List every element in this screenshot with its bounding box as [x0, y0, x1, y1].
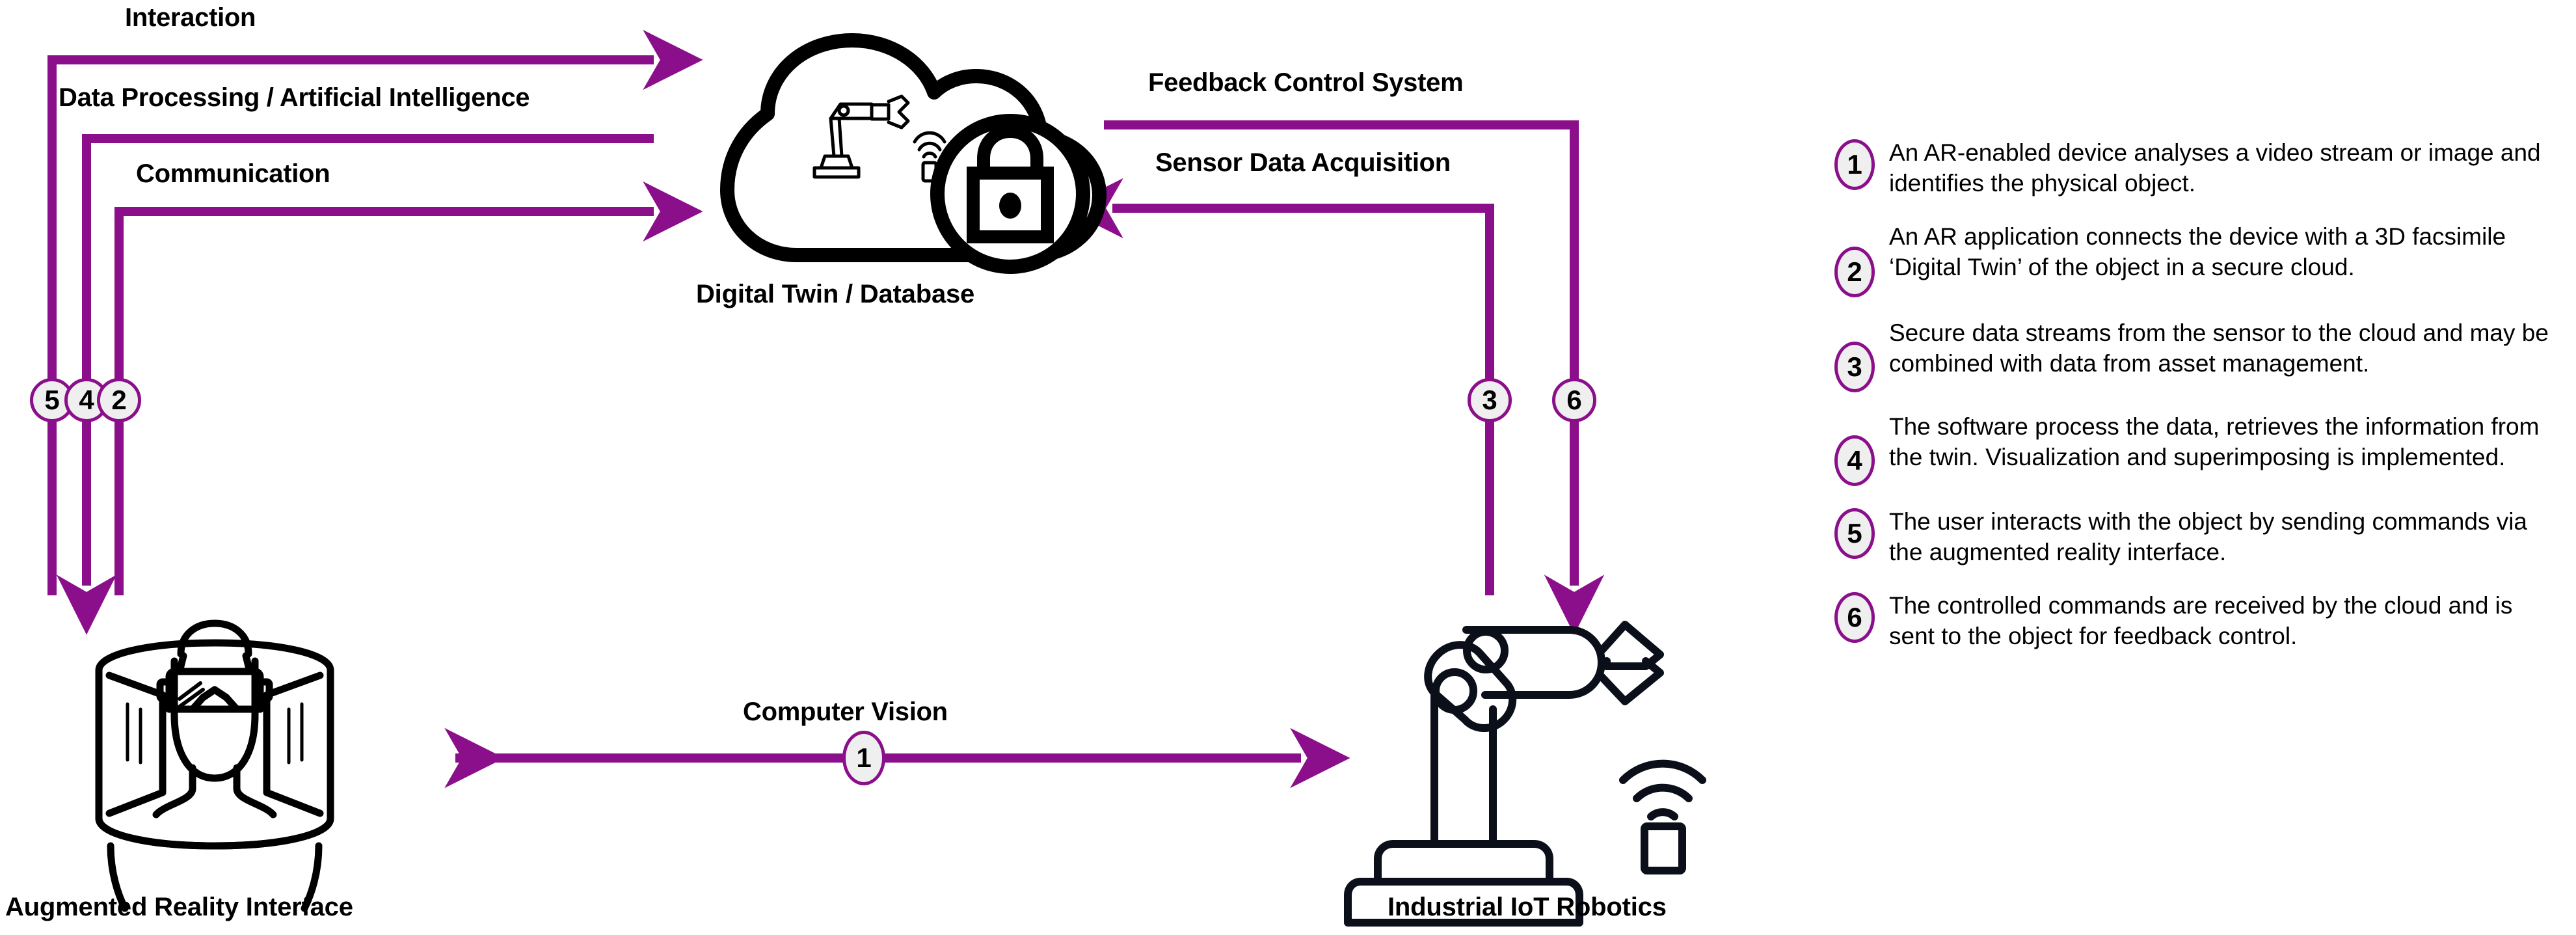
legend-item-6: 6 The controlled commands are received b…	[1834, 589, 2563, 651]
flow-label-sensor-data: Sensor Data Acquisition	[1155, 148, 1451, 177]
legend-item-1: 1 An AR-enabled device analyses a video …	[1834, 137, 2563, 198]
legend-panel: 1 An AR-enabled device analyses a video …	[1834, 137, 2563, 669]
legend-badge-1: 1	[1834, 139, 1875, 190]
node-caption-digital-twin-database: Digital Twin / Database	[696, 280, 975, 308]
legend-badge-3: 3	[1834, 342, 1875, 393]
legend-text-1: An AR-enabled device analyses a video st…	[1889, 139, 2541, 196]
flow-path-sensor-data	[1063, 178, 1494, 595]
flow-label-interaction: Interaction	[125, 3, 256, 32]
step-badge-3: 3	[1468, 378, 1512, 422]
flow-path-feedback-control	[1104, 120, 1605, 635]
diagram-canvas: Interaction Data Processing / Artificial…	[0, 0, 2576, 935]
node-caption-augmented-reality-interface: Augmented Reality Interface	[5, 893, 353, 921]
wifi-sensor-icon	[1619, 759, 1706, 874]
legend-text-6: The controlled commands are received by …	[1889, 592, 2513, 650]
legend-text-2: An AR application connects the device wi…	[1889, 223, 2506, 280]
legend-badge-6: 6	[1834, 592, 1875, 644]
legend-text-4: The software process the data, retrieves…	[1889, 413, 2540, 470]
legend-text-5: The user interacts with the object by se…	[1889, 508, 2527, 565]
diagram-svg	[47, 29, 1706, 927]
legend-item-2: 2 An AR application connects the device …	[1834, 221, 2563, 298]
flow-label-computer-vision: Computer Vision	[743, 698, 948, 726]
step-badge-2: 2	[97, 378, 141, 422]
flow-label-feedback-control: Feedback Control System	[1148, 68, 1464, 97]
step-badge-6: 6	[1552, 378, 1596, 422]
legend-item-3: 3 Secure data streams from the sensor to…	[1834, 317, 2563, 393]
flow-label-communication: Communication	[136, 159, 330, 188]
flow-label-data-processing: Data Processing / Artificial Intelligenc…	[59, 83, 530, 112]
legend-item-4: 4 The software process the data, retriev…	[1834, 411, 2563, 487]
legend-text-3: Secure data streams from the sensor to t…	[1889, 319, 2549, 377]
industrial-robot-arm-icon	[1344, 621, 1664, 927]
legend-badge-2: 2	[1834, 247, 1875, 298]
legend-badge-4: 4	[1834, 435, 1875, 487]
legend-item-5: 5 The user interacts with the object by …	[1834, 506, 2563, 567]
ar-headset-person-icon	[95, 619, 334, 912]
flow-path-data-processing	[56, 134, 654, 635]
node-caption-industrial-iot-robotics: Industrial IoT Robotics	[1388, 893, 1667, 921]
legend-badge-5: 5	[1834, 508, 1875, 560]
step-badge-1: 1	[842, 731, 885, 785]
flow-path-communication	[114, 181, 703, 595]
secure-cloud-robot-icon	[720, 33, 1107, 274]
